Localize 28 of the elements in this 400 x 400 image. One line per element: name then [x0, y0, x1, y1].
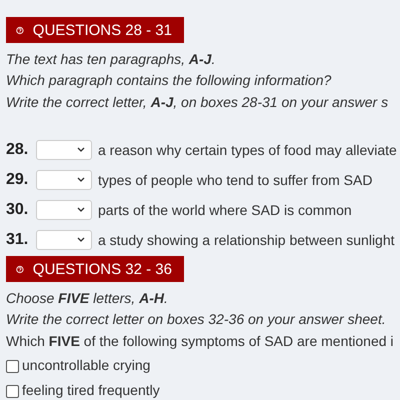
answer-dropdown[interactable] — [36, 200, 92, 220]
chevron-down-icon — [77, 147, 85, 152]
instruction-text: The text has ten paragraphs, A-J. — [6, 50, 216, 69]
checkbox[interactable] — [6, 384, 19, 398]
heading-text: QUESTIONS 32 - 36 — [32, 260, 172, 278]
option-text: uncontrollable crying — [22, 356, 150, 372]
question-number: 28. — [6, 140, 30, 158]
answer-dropdown[interactable] — [36, 140, 92, 160]
answer-dropdown[interactable] — [36, 230, 92, 250]
question-number: 30. — [6, 200, 30, 218]
instruction-text: Write the correct letter on boxes 32-36 on your answer sheet. — [6, 310, 387, 329]
instruction-text: Write the correct letter, A-J, on boxes 28-31 on your answer s — [6, 92, 390, 112]
chevron-down-icon — [77, 207, 85, 212]
question-text: types of people who tend to suffer from SAD — [98, 172, 372, 188]
instruction-text: Which FIVE of the following symptoms of SAD are mentioned i — [6, 332, 395, 351]
instruction-text: Choose FIVE letters, A-H. — [6, 288, 169, 308]
question-text: a study showing a relationship between sunlight — [98, 232, 395, 248]
instruction-text: Which paragraph contains the following information? — [6, 71, 332, 90]
heading-text: QUESTIONS 28 - 31 — [32, 22, 172, 38]
question-number: 31. — [6, 230, 30, 248]
question-text: parts of the world where SAD is common — [98, 202, 352, 218]
chevron-down-icon — [77, 177, 85, 182]
checkbox[interactable] — [6, 360, 19, 372]
question-number: 29. — [6, 170, 30, 188]
question-text: a reason why certain types of food may alleviate — [98, 142, 397, 158]
option-text: feeling tired frequently — [22, 382, 160, 398]
answer-dropdown[interactable] — [36, 170, 92, 190]
chevron-down-icon — [77, 237, 85, 242]
